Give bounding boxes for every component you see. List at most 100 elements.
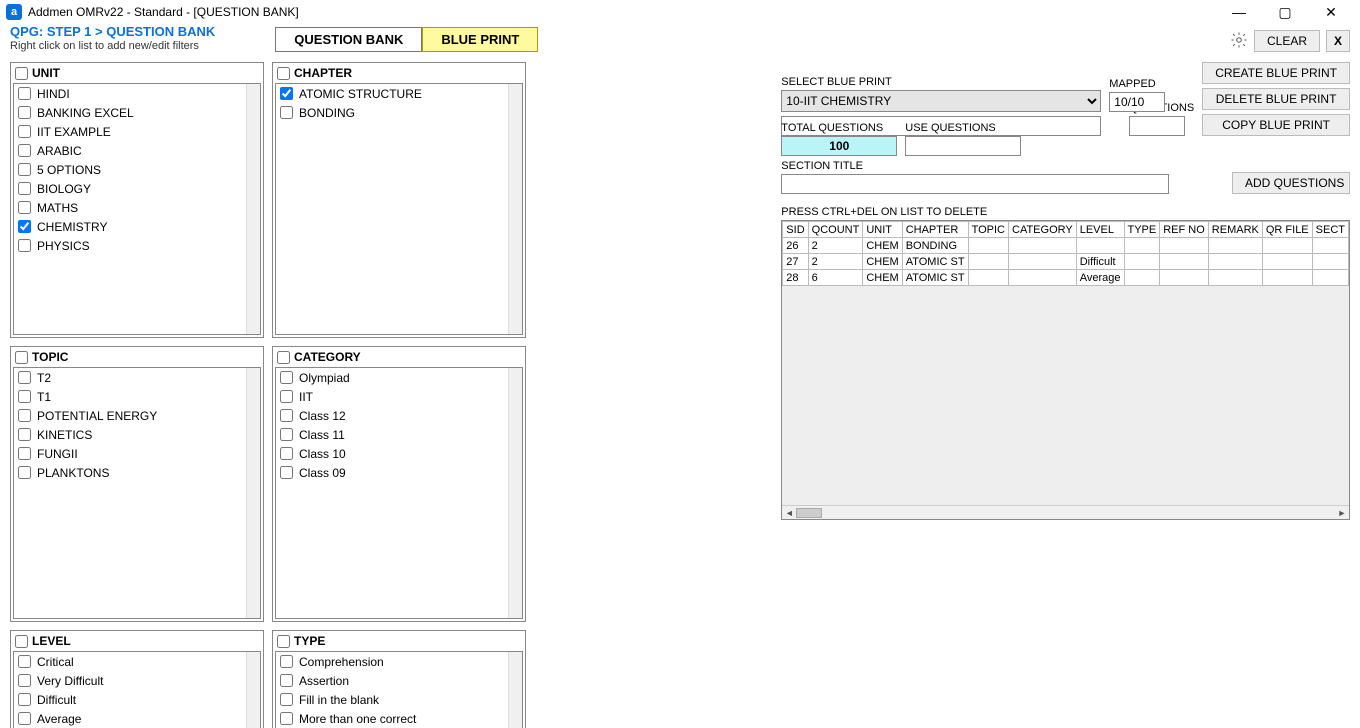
grid-cell[interactable]: 6	[808, 270, 863, 286]
maximize-button[interactable]: ▢	[1262, 0, 1308, 24]
settings-icon[interactable]	[1230, 31, 1248, 52]
category-item-check[interactable]	[280, 466, 293, 479]
category-item[interactable]: Olympiad	[276, 368, 522, 387]
sections-grid[interactable]: SIDQCOUNTUNITCHAPTERTOPICCATEGORYLEVELTY…	[781, 220, 1350, 520]
unit-item[interactable]: 5 OPTIONS	[14, 160, 260, 179]
category-item[interactable]: Class 09	[276, 463, 522, 482]
category-item-check[interactable]	[280, 371, 293, 384]
category-header-check[interactable]	[277, 351, 290, 364]
type-scrollbar[interactable]	[508, 652, 522, 728]
grid-cell[interactable]	[1160, 238, 1209, 254]
grid-header[interactable]: SECT	[1312, 222, 1348, 238]
unit-item[interactable]: PHYSICS	[14, 236, 260, 255]
grid-header[interactable]: QCOUNT	[808, 222, 863, 238]
category-item[interactable]: IIT	[276, 387, 522, 406]
grid-cell[interactable]	[1208, 238, 1262, 254]
unit-item-check[interactable]	[18, 182, 31, 195]
clear-button[interactable]: CLEAR	[1254, 30, 1320, 52]
topic-item-check[interactable]	[18, 371, 31, 384]
grid-cell[interactable]: 2	[808, 238, 863, 254]
level-item[interactable]: Very Difficult	[14, 671, 260, 690]
select-bp-dropdown[interactable]: 10-IIT CHEMISTRY	[781, 90, 1101, 112]
unit-item-check[interactable]	[18, 125, 31, 138]
use-questions-input[interactable]	[905, 136, 1021, 156]
grid-cell[interactable]: CHEM	[863, 254, 902, 270]
grid-cell[interactable]: 28	[783, 270, 808, 286]
grid-cell[interactable]: ATOMIC ST	[902, 254, 968, 270]
grid-cell[interactable]: 27	[783, 254, 808, 270]
tab-question-bank[interactable]: QUESTION BANK	[275, 27, 422, 52]
topic-item[interactable]: T2	[14, 368, 260, 387]
horizontal-scrollbar[interactable]: ◄ ►	[782, 505, 1349, 519]
grid-header[interactable]: REMARK	[1208, 222, 1262, 238]
topic-item[interactable]: PLANKTONS	[14, 463, 260, 482]
type-item[interactable]: Assertion	[276, 671, 522, 690]
panel-close-button[interactable]: X	[1326, 30, 1350, 52]
level-header-check[interactable]	[15, 635, 28, 648]
grid-cell[interactable]	[968, 238, 1008, 254]
tab-blue-print[interactable]: BLUE PRINT	[422, 27, 538, 52]
chapter-item-check[interactable]	[280, 106, 293, 119]
topic-item[interactable]: POTENTIAL ENERGY	[14, 406, 260, 425]
grid-cell[interactable]: 2	[808, 254, 863, 270]
type-item-check[interactable]	[280, 712, 293, 725]
scroll-right-icon[interactable]: ►	[1335, 508, 1349, 518]
grid-cell[interactable]: BONDING	[902, 238, 968, 254]
unit-item[interactable]: CHEMISTRY	[14, 217, 260, 236]
total-questions-input[interactable]	[781, 136, 897, 156]
type-item-check[interactable]	[280, 674, 293, 687]
grid-cell[interactable]	[1009, 254, 1077, 270]
mapped-input[interactable]	[1109, 92, 1165, 112]
unit-item-check[interactable]	[18, 87, 31, 100]
topic-item[interactable]: KINETICS	[14, 425, 260, 444]
grid-row[interactable]: 262CHEMBONDING	[783, 238, 1349, 254]
grid-cell[interactable]	[1009, 238, 1077, 254]
chapter-item-check[interactable]	[280, 87, 293, 100]
grid-cell[interactable]	[1312, 254, 1348, 270]
grid-header[interactable]: CATEGORY	[1009, 222, 1077, 238]
grid-cell[interactable]	[1160, 254, 1209, 270]
unit-header-check[interactable]	[15, 67, 28, 80]
grid-header[interactable]: CHAPTER	[902, 222, 968, 238]
grid-cell[interactable]	[1208, 270, 1262, 286]
grid-header[interactable]: QR FILE	[1262, 222, 1312, 238]
level-item[interactable]: Difficult	[14, 690, 260, 709]
topic-item-check[interactable]	[18, 466, 31, 479]
grid-cell[interactable]	[1312, 270, 1348, 286]
grid-header[interactable]: LEVEL	[1076, 222, 1124, 238]
grid-header[interactable]: TOPIC	[968, 222, 1008, 238]
topic-scrollbar[interactable]	[246, 368, 260, 618]
level-item-check[interactable]	[18, 712, 31, 725]
grid-header[interactable]: UNIT	[863, 222, 902, 238]
unit-item[interactable]: ARABIC	[14, 141, 260, 160]
level-item-check[interactable]	[18, 674, 31, 687]
close-button[interactable]: ✕	[1308, 0, 1354, 24]
level-item-check[interactable]	[18, 655, 31, 668]
level-item[interactable]: Average	[14, 709, 260, 728]
category-item[interactable]: Class 12	[276, 406, 522, 425]
topic-item[interactable]: T1	[14, 387, 260, 406]
topic-item-check[interactable]	[18, 447, 31, 460]
grid-cell[interactable]	[1262, 254, 1312, 270]
grid-cell[interactable]	[1160, 270, 1209, 286]
grid-cell[interactable]	[1124, 238, 1160, 254]
topic-item-check[interactable]	[18, 428, 31, 441]
unit-item-check[interactable]	[18, 106, 31, 119]
grid-header[interactable]: SID	[783, 222, 808, 238]
type-item[interactable]: Fill in the blank	[276, 690, 522, 709]
level-item-check[interactable]	[18, 693, 31, 706]
unit-item[interactable]: IIT EXAMPLE	[14, 122, 260, 141]
category-item-check[interactable]	[280, 409, 293, 422]
grid-cell[interactable]	[1009, 270, 1077, 286]
section-title-input[interactable]	[781, 174, 1169, 194]
unit-item-check[interactable]	[18, 220, 31, 233]
type-header-check[interactable]	[277, 635, 290, 648]
grid-cell[interactable]: Average	[1076, 270, 1124, 286]
grid-cell[interactable]: 26	[783, 238, 808, 254]
grid-row[interactable]: 272CHEMATOMIC STDifficult	[783, 254, 1349, 270]
chapter-header-check[interactable]	[277, 67, 290, 80]
grid-row[interactable]: 286CHEMATOMIC STAverage	[783, 270, 1349, 286]
chapter-scrollbar[interactable]	[508, 84, 522, 334]
grid-cell[interactable]: CHEM	[863, 270, 902, 286]
grid-cell[interactable]	[1124, 270, 1160, 286]
